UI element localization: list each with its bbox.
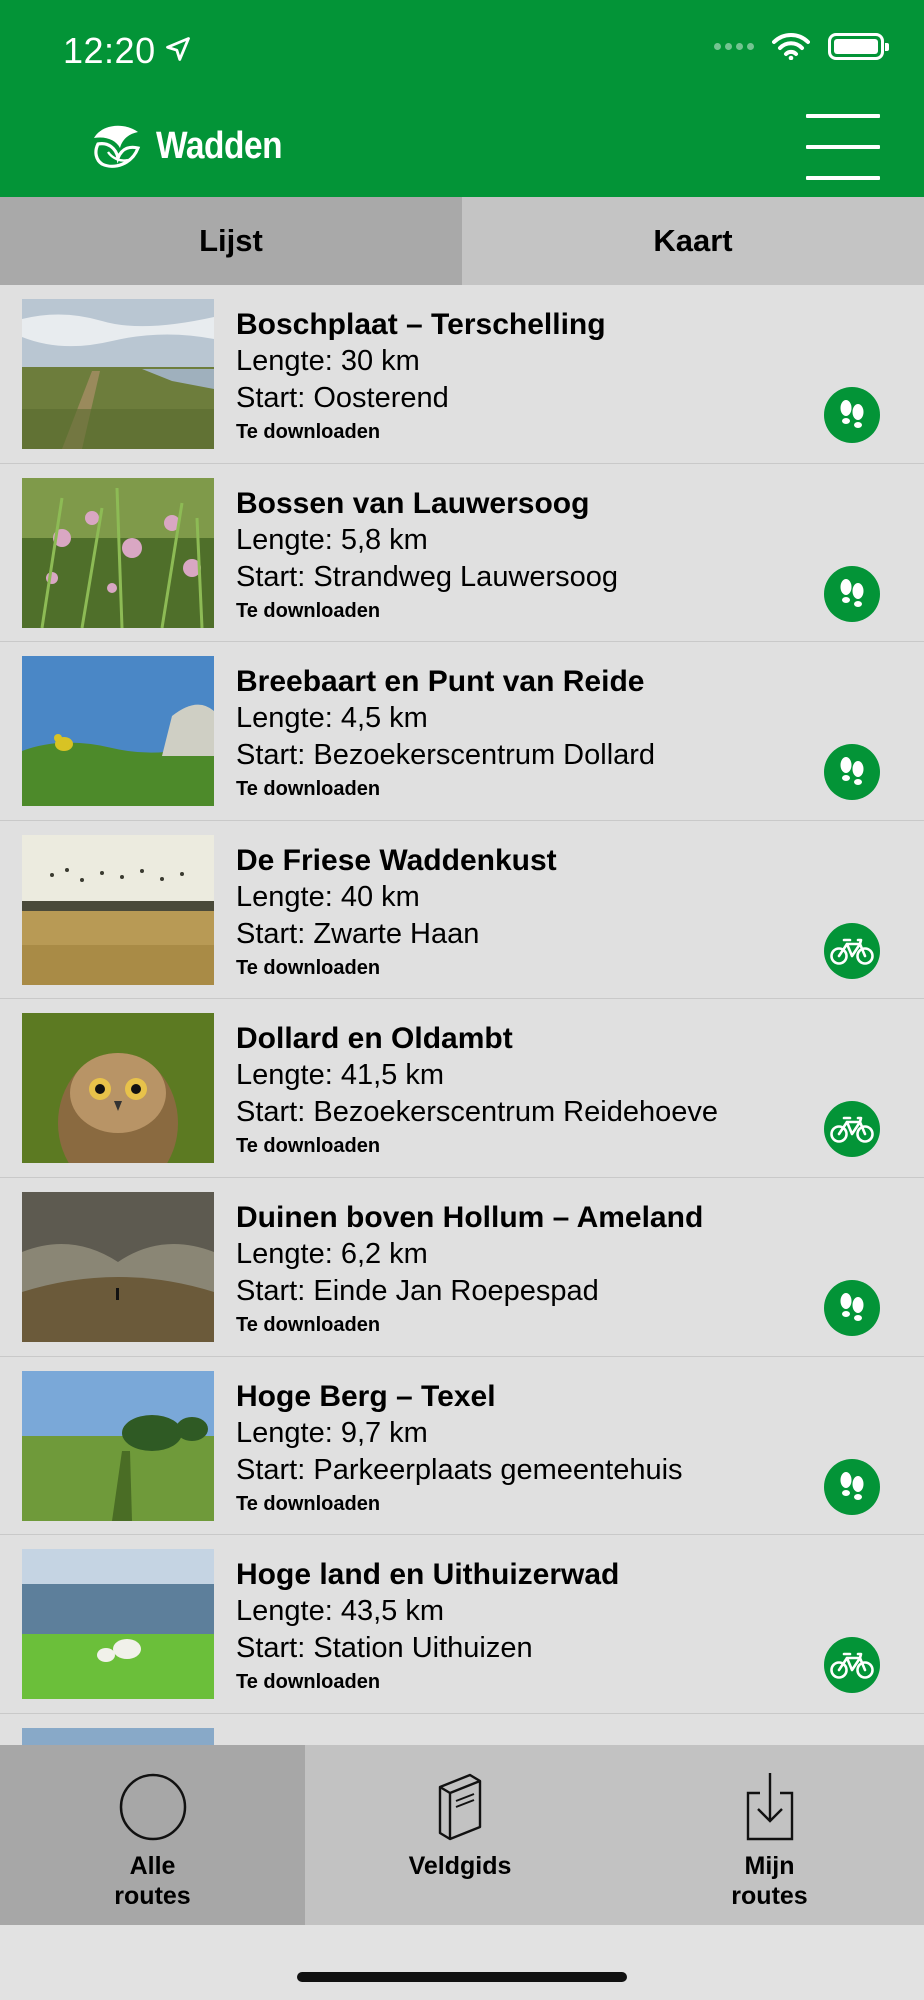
route-thumbnail [22, 1013, 214, 1164]
route-title: Breebaart en Punt van Reide [236, 665, 645, 699]
route-length: Lengte: 9,7 km [236, 1416, 428, 1449]
route-length: Lengte: 40 km [236, 880, 420, 913]
location-arrow-icon [164, 30, 192, 72]
route-thumbnail [22, 477, 214, 628]
route-length: Lengte: 5,8 km [236, 523, 428, 556]
nav-label: Alle routes [114, 1852, 191, 1910]
bicycle-route-icon [824, 1637, 880, 1694]
route-row[interactable]: Dollard en Oldambt Lengte: 41,5 km Start… [0, 999, 924, 1178]
nav-label: Mijn routes [731, 1852, 808, 1910]
walking-route-icon [824, 1279, 880, 1336]
route-row[interactable]: Hoge land en Uithuizerwad Lengte: 43,5 k… [0, 1535, 924, 1714]
tab-lijst[interactable]: Lijst [0, 197, 462, 285]
status-time-text: 12:20 [63, 30, 156, 71]
walking-route-icon [824, 744, 880, 801]
route-thumbnail [22, 299, 214, 449]
app-logo-icon [88, 118, 144, 174]
download-icon [744, 1767, 796, 1847]
route-start: Start: Station Uithuizen [236, 1632, 533, 1665]
nav-my-routes[interactable]: Mijn routes [615, 1745, 924, 1925]
route-download-status: Te downloaden [236, 956, 381, 979]
route-thumbnail [22, 834, 214, 985]
wifi-icon [772, 32, 810, 60]
hamburger-menu-button[interactable] [806, 112, 880, 182]
walking-route-icon [824, 565, 880, 622]
book-icon [434, 1767, 486, 1847]
route-length: Lengte: 4,5 km [236, 702, 428, 735]
route-start: Start: Bezoekerscentrum Reidehoeve [236, 1096, 718, 1129]
menu-line [806, 145, 880, 149]
route-download-status: Te downloaden [236, 1671, 381, 1694]
route-thumbnail [22, 1370, 214, 1521]
route-length: Lengte: 6,2 km [236, 1237, 428, 1270]
route-title: Hoge Berg – Texel [236, 1379, 496, 1413]
view-tabs: Lijst Kaart [0, 197, 924, 285]
route-download-status: Te downloaden [236, 778, 381, 801]
home-indicator[interactable] [297, 1972, 627, 1982]
route-length: Lengte: 41,5 km [236, 1059, 444, 1092]
route-start: Start: Einde Jan Roepespad [236, 1274, 599, 1307]
route-thumbnail [22, 1727, 214, 1745]
nav-field-guide[interactable]: Veldgids [305, 1745, 615, 1925]
route-title: Hoge land en Uithuizerwad [236, 1558, 620, 1592]
bicycle-route-icon [824, 1101, 880, 1158]
menu-line [806, 176, 880, 180]
route-row[interactable]: Boschplaat – Terschelling Lengte: 30 km … [0, 285, 924, 464]
bottom-navigation: Alle routes Veldgids Mijn routes [0, 1745, 924, 1925]
route-download-status: Te downloaden [236, 421, 381, 443]
app-name: Wadden [156, 124, 283, 167]
route-start: Start: Bezoekerscentrum Dollard [236, 739, 656, 772]
route-download-status: Te downloaden [236, 1135, 381, 1158]
brand: Wadden [88, 118, 299, 174]
route-start: Start: Parkeerplaats gemeentehuis [236, 1453, 683, 1486]
app-header: 12:20 Wadden [0, 0, 924, 197]
route-download-status: Te downloaden [236, 599, 381, 622]
status-indicators [714, 32, 889, 60]
nav-label: Veldgids [408, 1852, 512, 1880]
route-download-status: Te downloaden [236, 1313, 381, 1336]
route-list: Boschplaat – Terschelling Lengte: 30 km … [0, 285, 924, 1745]
route-start: Start: Strandweg Lauwersoog [236, 560, 619, 593]
route-row[interactable]: Duinen boven Hollum – Ameland Lengte: 6,… [0, 1178, 924, 1357]
walking-route-icon [824, 1458, 880, 1515]
route-title: Duinen boven Hollum – Ameland [236, 1200, 704, 1234]
walking-route-icon [824, 387, 880, 443]
cellular-signal-icon [714, 42, 754, 50]
route-start: Start: Oosterend [236, 382, 449, 414]
route-row[interactable]: Breebaart en Punt van Reide Lengte: 4,5 … [0, 642, 924, 821]
route-thumbnail [22, 656, 214, 807]
menu-line [806, 114, 880, 118]
route-row[interactable]: Bossen van Lauwersoog Lengte: 5,8 km Sta… [0, 464, 924, 643]
nav-all-routes[interactable]: Alle routes [0, 1745, 305, 1925]
route-start: Start: Zwarte Haan [236, 917, 480, 950]
route-row[interactable]: Hoge Berg – Texel Lengte: 9,7 km Start: … [0, 1357, 924, 1536]
tab-kaart[interactable]: Kaart [462, 197, 924, 285]
home-indicator-area [0, 1925, 924, 2000]
route-download-status: Te downloaden [236, 1492, 381, 1515]
battery-icon [828, 32, 889, 60]
route-thumbnail [22, 1549, 214, 1700]
route-row[interactable]: De Friese Waddenkust Lengte: 40 km Start… [0, 821, 924, 1000]
route-title: Boschplaat – Terschelling [236, 308, 606, 341]
route-title: Bossen van Lauwersoog [236, 486, 590, 520]
circle-icon [118, 1767, 188, 1847]
route-row-partial[interactable] [0, 1714, 924, 1745]
route-thumbnail [22, 1191, 214, 1342]
route-length: Lengte: 30 km [236, 345, 420, 377]
bicycle-route-icon [824, 922, 880, 979]
status-time: 12:20 [63, 30, 192, 72]
route-title: De Friese Waddenkust [236, 843, 557, 877]
route-length: Lengte: 43,5 km [236, 1595, 444, 1628]
route-title: Dollard en Oldambt [236, 1022, 513, 1056]
